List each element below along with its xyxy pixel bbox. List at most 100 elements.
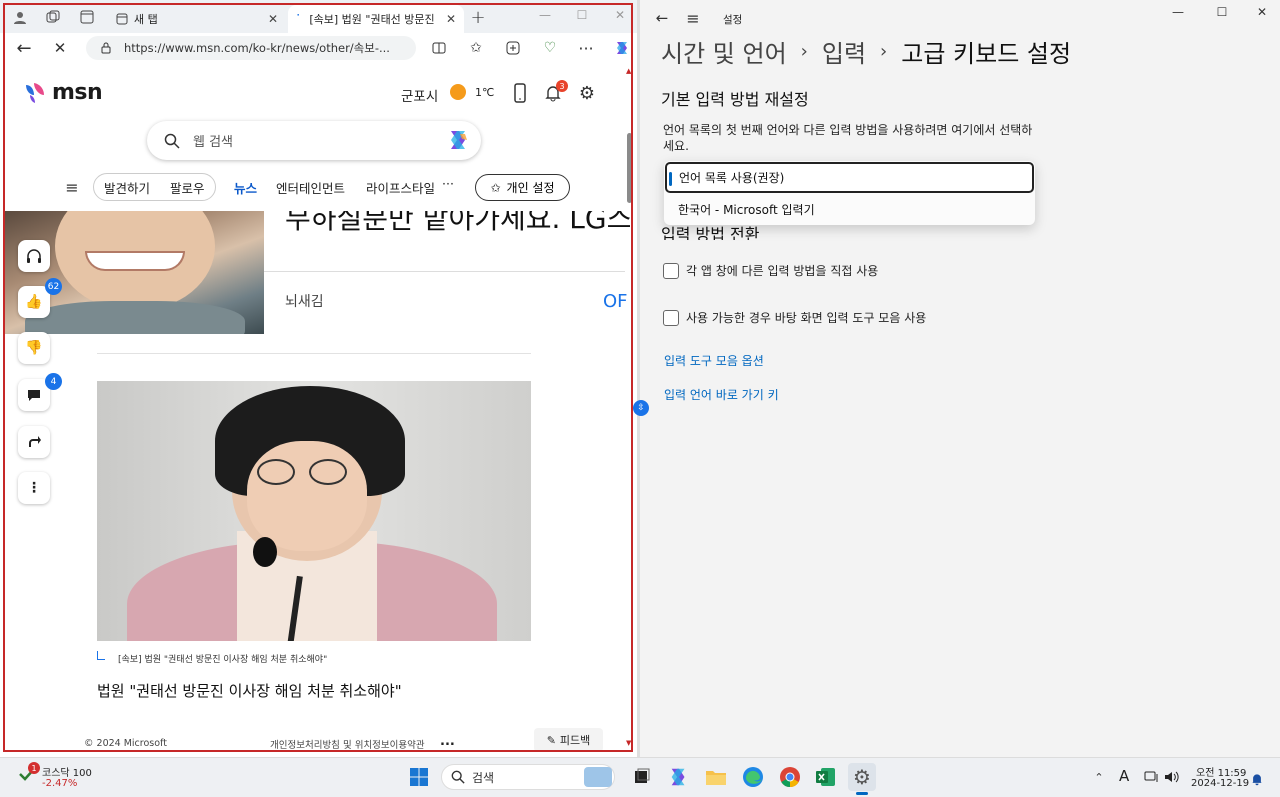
ad-headline: 무하실분만 맡아가세요. LG스탠 <box>285 211 630 235</box>
article-photo[interactable] <box>97 381 531 641</box>
close-window-icon[interactable]: ✕ <box>608 3 632 27</box>
scroll-up-arrow[interactable]: ▲ <box>626 67 631 75</box>
share-icon <box>29 436 41 447</box>
minimize-icon[interactable]: — <box>1166 0 1190 24</box>
checkbox-per-app-input[interactable] <box>663 263 679 279</box>
personalize-label: 개인 설정 <box>506 181 555 195</box>
breadcrumb-separator: › <box>800 41 808 62</box>
snap-handle-icon[interactable]: ⇳ <box>633 400 649 416</box>
maximize-icon[interactable]: ☐ <box>1210 0 1234 24</box>
navigation-menu-icon[interactable]: ≡ <box>681 6 705 30</box>
mobile-app-icon[interactable] <box>508 81 532 105</box>
tab-new[interactable]: 새 탭 ✕ <box>108 5 286 33</box>
split-screen-icon[interactable] <box>427 36 451 60</box>
excel-button[interactable] <box>812 763 840 791</box>
personalize-button[interactable]: ✩ 개인 설정 <box>475 174 570 201</box>
show-hidden-icons-chevron-icon[interactable]: ⌃ <box>1087 765 1111 789</box>
link-input-language-hotkeys[interactable]: 입력 언어 바로 가기 키 <box>664 386 779 403</box>
nav-more[interactable]: ··· <box>442 176 454 191</box>
footer-links[interactable]: 개인정보처리방침 및 위치정보이용약관 <box>270 737 425 751</box>
copilot-icon <box>671 768 685 786</box>
caption-marker-icon <box>97 651 105 660</box>
volume-icon[interactable] <box>1160 765 1184 789</box>
stock-change[interactable]: -2.47% <box>42 778 77 789</box>
close-tab-icon[interactable]: ✕ <box>268 12 278 26</box>
nav-follow[interactable]: 팔로우 <box>170 178 205 197</box>
new-tab-button[interactable]: + <box>466 5 490 29</box>
weather-temperature[interactable]: 1℃ <box>475 86 494 99</box>
search-icon <box>446 765 470 789</box>
dropdown-option-korean-ime[interactable]: 한국어 - Microsoft 입력기 <box>665 195 1034 223</box>
nav-entertainment[interactable]: 엔터테인먼트 <box>276 178 345 197</box>
settings-gear-icon[interactable]: ⚙ <box>575 81 599 105</box>
back-icon[interactable]: ← <box>650 6 674 30</box>
ad-headline-wrap[interactable]: 무하실분만 맡아가세요. LG스탠 <box>285 211 630 239</box>
close-tab-icon[interactable]: ✕ <box>446 12 456 26</box>
copilot-search-icon[interactable] <box>447 128 471 152</box>
more-menu-icon[interactable]: ··· <box>574 36 598 60</box>
breadcrumb-input[interactable]: 입력 <box>822 34 866 69</box>
newtab-icon <box>116 13 128 25</box>
edge-icon <box>743 767 763 787</box>
ad-source: 뇌새김 <box>285 294 324 310</box>
more-options-button[interactable]: ⋮ <box>18 472 50 504</box>
tab-news-article[interactable]: ⠁ [속보] 법원 "권태선 방문진 ✕ <box>288 5 464 33</box>
copilot-taskbar-button[interactable] <box>665 763 693 791</box>
checkbox-desktop-language-bar-label[interactable]: 사용 가능한 경우 바탕 화면 입력 도구 모음 사용 <box>686 309 926 326</box>
msn-logo-text: msn <box>52 80 103 105</box>
minimize-icon[interactable]: — <box>533 3 557 27</box>
msn-logo[interactable]: msn <box>24 80 103 105</box>
notification-bell-icon[interactable] <box>1245 767 1269 791</box>
stop-loading-icon[interactable]: ✕ <box>48 36 72 60</box>
stock-name[interactable]: 코스닥 100 <box>42 764 92 779</box>
footer-more[interactable]: ... <box>440 734 455 749</box>
ime-indicator[interactable]: A <box>1119 767 1129 785</box>
back-icon[interactable]: ← <box>12 36 36 60</box>
settings-taskbar-button[interactable]: ⚙ <box>848 763 876 791</box>
nav-lifestyle[interactable]: 라이프스타일 <box>366 178 436 197</box>
hamburger-menu-icon[interactable]: ≡ <box>60 175 84 199</box>
favorites-icon[interactable]: ✩ <box>464 36 488 60</box>
start-button[interactable] <box>405 763 433 791</box>
chrome-button[interactable] <box>776 763 804 791</box>
article-headline[interactable]: 법원 "권태선 방문진 이사장 해임 처분 취소해야" <box>97 680 402 701</box>
checkbox-desktop-language-bar[interactable] <box>663 310 679 326</box>
profile-icon[interactable] <box>8 5 32 29</box>
clock-time[interactable]: 오전 11:59 <box>1196 764 1246 779</box>
checkbox-per-app-label[interactable]: 각 앱 창에 다른 입력 방법을 직접 사용 <box>686 262 878 279</box>
nav-news[interactable]: 뉴스 <box>234 178 257 197</box>
dropdown-option-language-list[interactable]: 언어 목록 사용(권장) <box>665 162 1034 193</box>
chrome-icon <box>780 767 800 788</box>
close-window-icon[interactable]: ✕ <box>1250 0 1274 24</box>
scroll-down-arrow[interactable]: ▼ <box>626 739 631 747</box>
site-info-icon[interactable] <box>94 36 118 60</box>
breadcrumb-time-language[interactable]: 시간 및 언어 <box>661 34 787 69</box>
clock-date[interactable]: 2024-12-19 <box>1191 778 1249 789</box>
weather-sun-icon[interactable] <box>450 84 466 100</box>
url-field[interactable]: https://www.msn.com/ko-kr/news/other/속보-… <box>86 36 416 60</box>
task-view-button[interactable] <box>628 763 656 791</box>
copilot-icon[interactable] <box>610 36 634 60</box>
share-button[interactable] <box>18 426 50 458</box>
browser-essentials-icon[interactable]: ♡ <box>538 36 562 60</box>
link-language-bar-options[interactable]: 입력 도구 모음 옵션 <box>664 352 764 369</box>
folder-icon <box>706 771 726 785</box>
workspaces-icon[interactable] <box>41 5 65 29</box>
listen-button[interactable] <box>18 240 50 272</box>
feedback-button[interactable]: ✎ 피드백 <box>534 728 603 752</box>
thumbs-up-icon: 👍 <box>25 294 43 310</box>
like-count-badge: 62 <box>45 278 62 295</box>
section-heading-default-input: 기본 입력 방법 재설정 <box>661 90 809 109</box>
dislike-button[interactable]: 👎 <box>18 332 50 364</box>
weather-location[interactable]: 군포시 <box>401 85 438 105</box>
tab-label: 새 탭 <box>134 13 158 26</box>
file-explorer-button[interactable] <box>702 763 730 791</box>
ad-cta[interactable]: OF <box>603 291 628 312</box>
scrollbar-thumb[interactable] <box>627 133 632 203</box>
tab-actions-icon[interactable] <box>75 5 99 29</box>
collections-icon[interactable] <box>501 36 525 60</box>
edge-browser-button[interactable] <box>739 763 767 791</box>
web-search-box[interactable]: 웹 검색 <box>147 121 481 160</box>
nav-discover[interactable]: 발견하기 <box>104 178 150 197</box>
maximize-icon[interactable]: ☐ <box>570 3 594 27</box>
